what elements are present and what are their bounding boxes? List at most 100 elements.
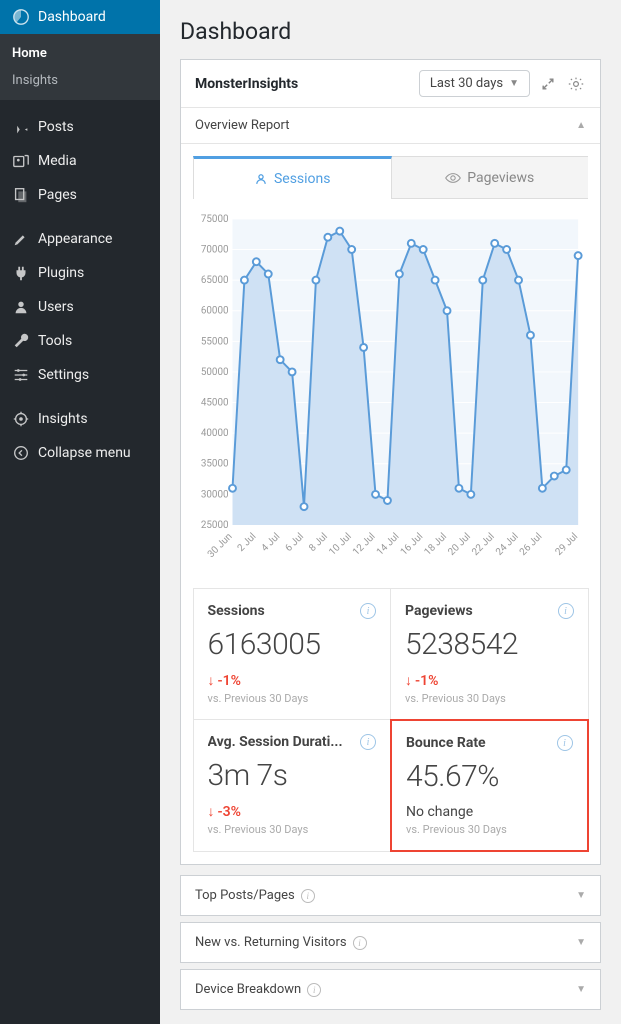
svg-text:18 Jul: 18 Jul [422, 531, 449, 558]
section-title: Overview Report [195, 118, 290, 133]
info-icon[interactable]: i [557, 735, 573, 751]
tab-label: Sessions [274, 171, 331, 187]
user-icon [12, 298, 30, 316]
collapsed-label: Device Breakdowni [195, 982, 321, 997]
sidebar-item-dashboard[interactable]: Dashboard [0, 0, 160, 34]
sidebar-item-appearance[interactable]: Appearance [0, 222, 160, 256]
info-icon[interactable]: i [307, 983, 321, 997]
stats-grid: Sessions i 6163005 ↓ -1% vs. Previous 30… [181, 577, 600, 864]
brush-icon [12, 230, 30, 248]
svg-text:4 Jul: 4 Jul [259, 531, 282, 554]
chevron-down-icon: ▼ [576, 890, 586, 901]
stat-value: 45.67% [406, 759, 573, 794]
tab-label: Pageviews [467, 170, 534, 186]
gear-icon[interactable] [566, 74, 586, 94]
user-outline-icon [254, 172, 268, 186]
tab-pageviews[interactable]: Pageviews [392, 156, 589, 198]
svg-text:22 Jul: 22 Jul [470, 531, 497, 558]
svg-text:60000: 60000 [201, 306, 229, 317]
info-icon[interactable]: i [558, 603, 574, 619]
svg-text:35000: 35000 [201, 459, 229, 470]
sidebar-item-insights[interactable]: Insights [0, 402, 160, 436]
sidebar-item-settings[interactable]: Settings [0, 358, 160, 392]
arrow-down-icon: ↓ [208, 672, 215, 689]
sidebar-item-label: Insights [38, 411, 88, 427]
pin-icon [12, 118, 30, 136]
arrow-down-icon: ↓ [208, 803, 215, 820]
svg-text:30 Jun: 30 Jun [206, 531, 235, 560]
sidebar-item-label: Posts [38, 119, 74, 135]
svg-text:55000: 55000 [201, 336, 229, 347]
collapsed-section-device-breakdown[interactable]: Device Breakdowni ▼ [180, 969, 601, 1010]
info-icon[interactable]: i [360, 603, 376, 619]
collapsed-label: Top Posts/Pagesi [195, 888, 315, 903]
sidebar-item-plugins[interactable]: Plugins [0, 256, 160, 290]
date-range-picker[interactable]: Last 30 days ▼ [419, 70, 530, 97]
svg-text:50000: 50000 [201, 367, 229, 378]
sidebar-item-label: Plugins [38, 265, 84, 281]
media-icon [12, 152, 30, 170]
sidebar-item-media[interactable]: Media [0, 144, 160, 178]
stat-title: Sessions [208, 603, 351, 619]
collapsed-section-new-vs-returning-visitors[interactable]: New vs. Returning Visitorsi ▼ [180, 922, 601, 963]
sidebar-sub-insights[interactable]: Insights [0, 67, 160, 94]
sidebar-sub-home[interactable]: Home [0, 40, 160, 67]
expand-icon[interactable] [538, 74, 558, 94]
stat-compare: vs. Previous 30 Days [406, 823, 573, 836]
panel-title: MonsterInsights [195, 76, 298, 92]
chart-tabs: Sessions Pageviews [193, 156, 588, 199]
sidebar-item-label: Tools [38, 333, 72, 349]
info-icon[interactable]: i [353, 936, 367, 950]
stat-title: Bounce Rate [406, 735, 548, 751]
svg-text:30000: 30000 [201, 489, 229, 500]
sidebar-item-label: Settings [38, 367, 89, 383]
svg-text:24 Jul: 24 Jul [494, 531, 521, 558]
sidebar-item-users[interactable]: Users [0, 290, 160, 324]
date-range-label: Last 30 days [430, 76, 503, 91]
svg-text:20 Jul: 20 Jul [446, 531, 473, 558]
svg-text:26 Jul: 26 Jul [518, 531, 545, 558]
svg-text:2 Jul: 2 Jul [236, 531, 259, 554]
chevron-down-icon: ▼ [576, 937, 586, 948]
svg-text:75000: 75000 [201, 214, 229, 225]
svg-text:10 Jul: 10 Jul [327, 531, 354, 558]
sidebar-item-label: Appearance [38, 231, 112, 247]
collapse-icon [12, 444, 30, 462]
tab-sessions[interactable]: Sessions [193, 156, 392, 199]
sidebar-item-posts[interactable]: Posts [0, 110, 160, 144]
stat-card-sessions: Sessions i 6163005 ↓ -1% vs. Previous 30… [193, 588, 392, 720]
wrench-icon [12, 332, 30, 350]
info-icon[interactable]: i [301, 889, 315, 903]
sidebar-submenu: Home Insights [0, 34, 160, 100]
stat-card-avg-session-durati: Avg. Session Durati... i 3m 7s ↓ -3% vs.… [193, 719, 392, 852]
sidebar-collapse[interactable]: Collapse menu [0, 436, 160, 470]
sidebar-item-label: Pages [38, 187, 77, 203]
stat-compare: vs. Previous 30 Days [208, 823, 377, 836]
stat-value: 3m 7s [208, 758, 377, 793]
svg-text:70000: 70000 [201, 244, 229, 255]
stat-change: ↓ -3% [208, 803, 377, 820]
stat-change: No change [406, 804, 573, 820]
sidebar-item-tools[interactable]: Tools [0, 324, 160, 358]
chevron-down-icon: ▼ [576, 984, 586, 995]
svg-text:14 Jul: 14 Jul [375, 531, 402, 558]
sliders-icon [12, 366, 30, 384]
stat-card-pageviews: Pageviews i 5238542 ↓ -1% vs. Previous 3… [390, 588, 589, 720]
info-icon[interactable]: i [360, 734, 376, 750]
panel-header: MonsterInsights Last 30 days ▼ [181, 60, 600, 108]
svg-text:29 Jul: 29 Jul [554, 531, 581, 558]
stat-value: 5238542 [405, 627, 574, 662]
overview-report-header[interactable]: Overview Report ▲ [181, 108, 600, 144]
monsterinsights-panel: MonsterInsights Last 30 days ▼ Overview … [180, 59, 601, 865]
stat-value: 6163005 [208, 627, 377, 662]
sidebar-item-label: Collapse menu [38, 445, 131, 461]
stat-title: Pageviews [405, 603, 548, 619]
stat-change: ↓ -1% [405, 672, 574, 689]
collapsed-section-top-posts-pages[interactable]: Top Posts/Pagesi ▼ [180, 875, 601, 916]
sidebar-item-pages[interactable]: Pages [0, 178, 160, 212]
stat-change: ↓ -1% [208, 672, 377, 689]
sidebar-item-label: Media [38, 153, 77, 169]
plug-icon [12, 264, 30, 282]
chevron-down-icon: ▼ [509, 78, 519, 89]
svg-text:6 Jul: 6 Jul [283, 531, 306, 554]
